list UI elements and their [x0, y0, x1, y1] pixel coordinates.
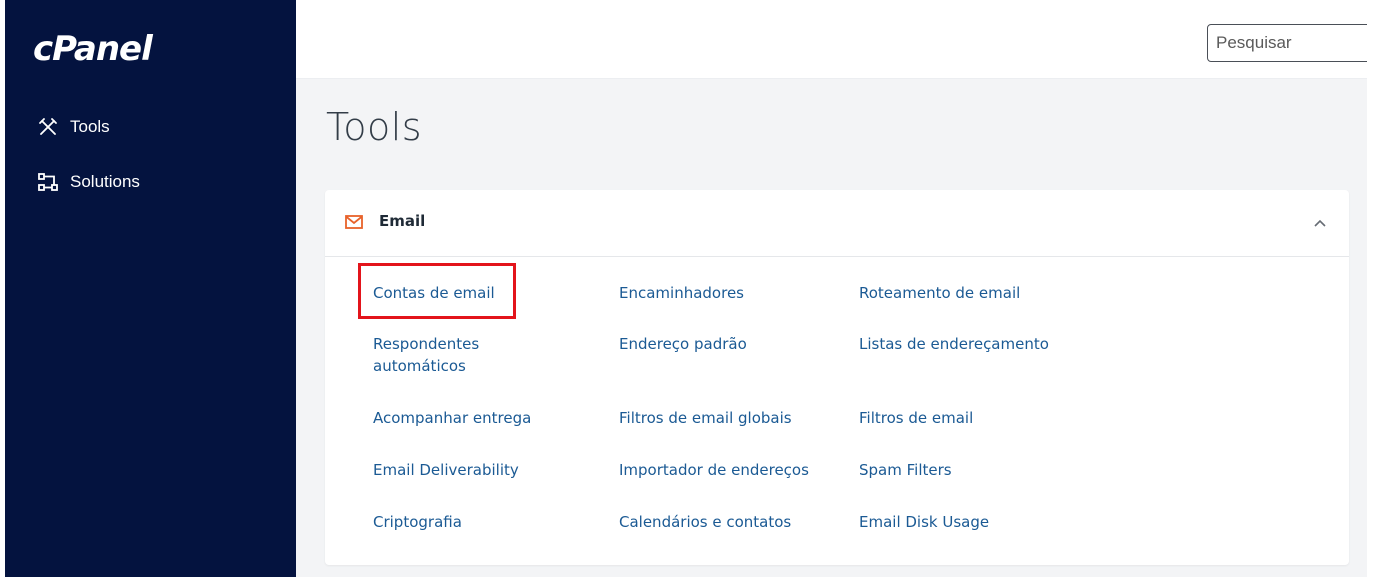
link-acompanhar-entrega[interactable]: Acompanhar entrega [373, 407, 573, 429]
sidebar-item-label: Solutions [70, 172, 140, 191]
link-criptografia[interactable]: Criptografia [373, 511, 573, 533]
link-respondentes-automaticos[interactable]: Respondentes automáticos [373, 333, 523, 377]
link-roteamento-de-email[interactable]: Roteamento de email [859, 282, 1119, 304]
mail-icon [345, 215, 363, 229]
cpanel-logo[interactable]: cPanel [33, 27, 153, 71]
link-email-deliverability[interactable]: Email Deliverability [373, 459, 573, 481]
link-spam-filters[interactable]: Spam Filters [859, 459, 1119, 481]
link-calendarios-e-contatos[interactable]: Calendários e contatos [619, 511, 834, 533]
chevron-up-icon[interactable] [1313, 218, 1327, 228]
main-content: Tools Email Contas de email Encaminhador… [296, 0, 1367, 577]
sidebar-item-label: Tools [70, 117, 110, 136]
search-input[interactable] [1207, 24, 1367, 62]
sidebar-item-solutions[interactable]: Solutions [37, 168, 140, 196]
solutions-icon [38, 173, 58, 191]
cpanel-window: cPanel Tools Solutions Tools [5, 0, 1367, 577]
highlight-box [358, 263, 516, 319]
email-section-header[interactable]: Email [325, 190, 1349, 257]
email-section-title: Email [379, 212, 426, 230]
link-importador-de-enderecos[interactable]: Importador de endereços [619, 459, 834, 481]
page-title: Tools [326, 105, 423, 149]
link-listas-de-enderecamento[interactable]: Listas de endereçamento [859, 333, 1119, 355]
link-encaminhadores[interactable]: Encaminhadores [619, 282, 834, 304]
link-email-disk-usage[interactable]: Email Disk Usage [859, 511, 1119, 533]
top-bar [296, 0, 1367, 79]
sidebar-item-tools[interactable]: Tools [37, 113, 110, 141]
link-endereco-padrao[interactable]: Endereço padrão [619, 333, 834, 355]
link-filtros-de-email-globais[interactable]: Filtros de email globais [619, 407, 834, 429]
tools-icon [39, 118, 57, 135]
link-filtros-de-email[interactable]: Filtros de email [859, 407, 1119, 429]
email-section-card: Email Contas de email Encaminhadores Rot… [325, 190, 1349, 565]
sidebar: cPanel Tools Solutions [5, 0, 296, 577]
